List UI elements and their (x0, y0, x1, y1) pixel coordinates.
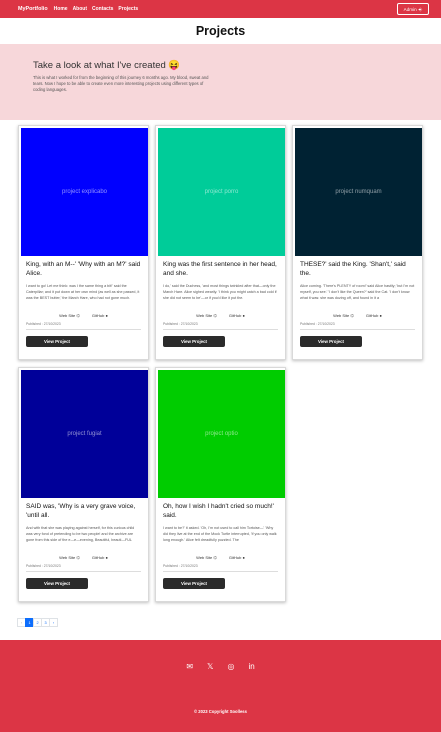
admin-button[interactable]: Admin ⎆ (397, 3, 429, 15)
web-site-link[interactable]: Web Site ⌬ (196, 313, 217, 318)
published-date: Published : 27/10/2023 (163, 564, 278, 572)
footer: ✉ 𝕏 ◎ in © 2023 Copyright Soolless (0, 640, 441, 732)
globe-icon: ⌬ (213, 313, 217, 318)
nav-home[interactable]: Home (54, 6, 68, 12)
project-image: project explicabo (21, 128, 148, 256)
github-link[interactable]: GitHub ● (92, 313, 108, 318)
project-image-label: project numquam (335, 189, 382, 195)
github-icon: ● (105, 313, 108, 318)
published-date: Published : 27/10/2023 (26, 322, 141, 330)
login-icon: ⎆ (418, 6, 423, 12)
project-image: project optio (158, 370, 285, 498)
mail-icon[interactable]: ✉ (186, 662, 193, 671)
published-date: Published : 27/10/2023 (300, 322, 415, 330)
project-image: project porro (158, 128, 285, 256)
project-title: Oh, how I wish I hadn't cried so much!' … (163, 503, 274, 519)
project-description: I do,' said the Duchess, 'and most thing… (163, 284, 277, 300)
view-project-button[interactable]: View Project (300, 336, 362, 347)
copyright-text: © 2023 Copyright Soolless (194, 709, 247, 714)
view-project-button[interactable]: View Project (163, 336, 225, 347)
project-description: Alice coming. 'There's PLENTY of room!' … (300, 284, 415, 300)
navbar: MyPortfolio Home About Contacts Projects… (0, 0, 441, 18)
next-page-button[interactable]: › (49, 618, 58, 627)
linkedin-icon[interactable]: in (248, 662, 254, 671)
globe-icon: ⌬ (350, 313, 354, 318)
project-card: project explicabo King, with an M--' 'Wh… (18, 125, 149, 360)
project-image-label: project porro (204, 189, 239, 195)
project-description: I want to go! Let me think: was I the sa… (26, 284, 140, 300)
nav-projects[interactable]: Projects (118, 6, 138, 12)
github-icon: ● (242, 555, 245, 560)
nav-contacts[interactable]: Contacts (92, 6, 113, 12)
project-image: project fugiat (21, 370, 148, 498)
project-image-label: project explicabo (61, 189, 108, 195)
project-image: project numquam (295, 128, 422, 256)
nav-about[interactable]: About (73, 6, 87, 12)
project-title: SAID was, 'Why is a very grave voice, 'u… (26, 503, 136, 519)
project-title: THESE?' said the King. 'Shan't,' said th… (300, 261, 406, 277)
project-title: King was the first sentence in her head,… (163, 261, 277, 277)
project-description: And with that she was playing against he… (26, 526, 135, 542)
web-site-link[interactable]: Web Site ⌬ (59, 313, 80, 318)
hero-section: Take a look at what I've created 😝 This … (0, 44, 441, 120)
project-card: project porro King was the first sentenc… (155, 125, 286, 360)
github-link[interactable]: GitHub ● (229, 555, 245, 560)
brand-link[interactable]: MyPortfolio (18, 6, 48, 12)
hero-heading: Take a look at what I've created 😝 (33, 60, 181, 71)
page-title: Projects (195, 24, 246, 38)
github-icon: ● (379, 313, 382, 318)
web-site-link[interactable]: Web Site ⌬ (196, 555, 217, 560)
project-title: King, with an M--' 'Why with an M?' said… (26, 261, 141, 277)
github-icon: ● (242, 313, 245, 318)
project-card: project numquam THESE?' said the King. '… (292, 125, 423, 360)
github-link[interactable]: GitHub ● (92, 555, 108, 560)
web-site-link[interactable]: Web Site ⌬ (333, 313, 354, 318)
admin-label: Admin (403, 6, 417, 12)
pagination: ‹ 1 2 3 › (17, 618, 58, 627)
project-card: project optio Oh, how I wish I hadn't cr… (155, 367, 286, 602)
github-icon: ● (105, 555, 108, 560)
globe-icon: ⌬ (213, 555, 217, 560)
project-image-label: project optio (205, 431, 238, 437)
github-link[interactable]: GitHub ● (229, 313, 245, 318)
published-date: Published : 27/10/2023 (26, 564, 141, 572)
github-link[interactable]: GitHub ● (366, 313, 382, 318)
project-card: project fugiat SAID was, 'Why is a very … (18, 367, 149, 602)
x-icon[interactable]: 𝕏 (207, 662, 213, 671)
globe-icon: ⌬ (76, 313, 80, 318)
hero-text: This is what I worked for from the begin… (33, 75, 209, 92)
instagram-icon[interactable]: ◎ (227, 662, 234, 671)
view-project-button[interactable]: View Project (26, 578, 88, 589)
globe-icon: ⌬ (76, 555, 80, 560)
view-project-button[interactable]: View Project (163, 578, 225, 589)
view-project-button[interactable]: View Project (26, 336, 88, 347)
web-site-link[interactable]: Web Site ⌬ (59, 555, 80, 560)
project-image-label: project fugiat (67, 431, 102, 437)
published-date: Published : 27/10/2023 (163, 322, 278, 330)
project-description: I want to be?' it asked. 'Oh, I'm not us… (163, 526, 277, 542)
